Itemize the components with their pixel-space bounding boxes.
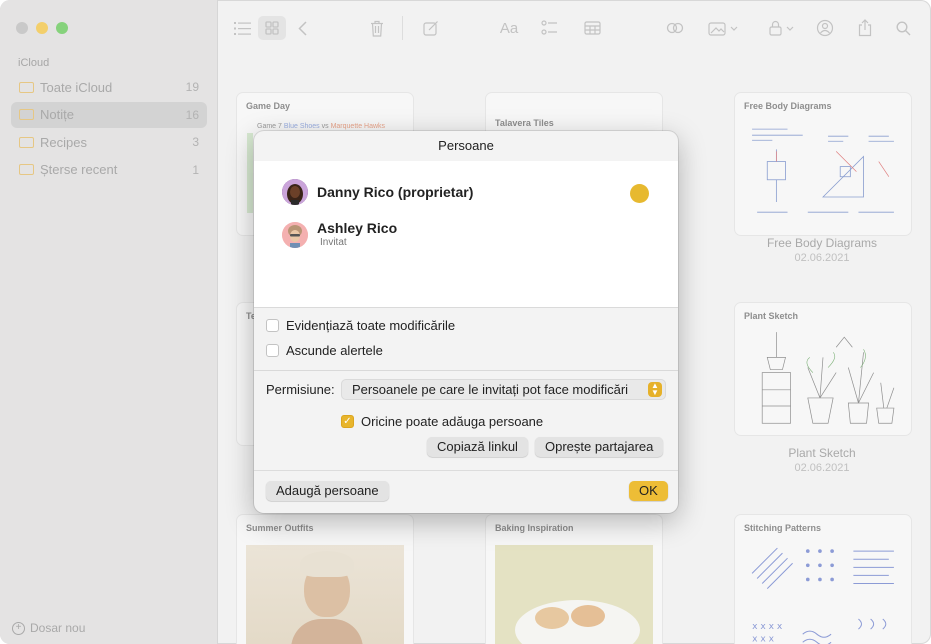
participant-color-indicator [630, 184, 649, 203]
anyone-can-add-checkbox[interactable]: ✓ Oricine poate adăuga persoane [341, 414, 543, 429]
copy-link-button[interactable]: Copiază linkul [427, 437, 528, 457]
people-dialog: Persoane Danny Rico (proprietar) Ashley … [254, 131, 678, 513]
footer-divider [254, 470, 678, 471]
participant-name: Ashley Rico [317, 220, 398, 236]
stop-sharing-button[interactable]: Oprește partajarea [535, 437, 664, 457]
participant-status: Invitat [320, 237, 347, 248]
notes-window: iCloud Toate iCloud 19 Notițe 16 Recipes… [0, 0, 931, 644]
avatar [282, 222, 308, 248]
permission-label: Permisiune: [266, 382, 335, 397]
permission-value: Persoanele pe care le invitați pot face … [352, 382, 629, 397]
permission-select[interactable]: Persoanele pe care le invitați pot face … [341, 379, 666, 400]
add-people-button[interactable]: Adaugă persoane [266, 481, 389, 501]
hide-alerts-checkbox[interactable]: Ascunde alertele [266, 343, 383, 358]
checkbox-box[interactable] [266, 319, 279, 332]
checkmark-icon[interactable]: ✓ [341, 415, 354, 428]
dialog-title: Persoane [254, 131, 678, 162]
chevron-updown-icon: ▲ ▼ [648, 382, 662, 397]
options-section: Evidențiază toate modificările Ascunde a… [254, 308, 678, 371]
ok-button[interactable]: OK [629, 481, 668, 501]
participants-list: Danny Rico (proprietar) Ashley Rico Invi… [254, 161, 678, 308]
checkbox-box[interactable] [266, 344, 279, 357]
checkbox-label: Oricine poate adăuga persoane [361, 414, 544, 429]
participant-owner[interactable]: Danny Rico (proprietar) [282, 179, 473, 205]
checkbox-label: Evidențiază toate modificările [286, 318, 456, 333]
participant-invited[interactable]: Ashley Rico Invitat [282, 220, 397, 248]
avatar [282, 179, 308, 205]
participant-name: Danny Rico (proprietar) [317, 184, 474, 200]
checkbox-label: Ascunde alertele [286, 343, 383, 358]
highlight-changes-checkbox[interactable]: Evidențiază toate modificările [266, 318, 455, 333]
